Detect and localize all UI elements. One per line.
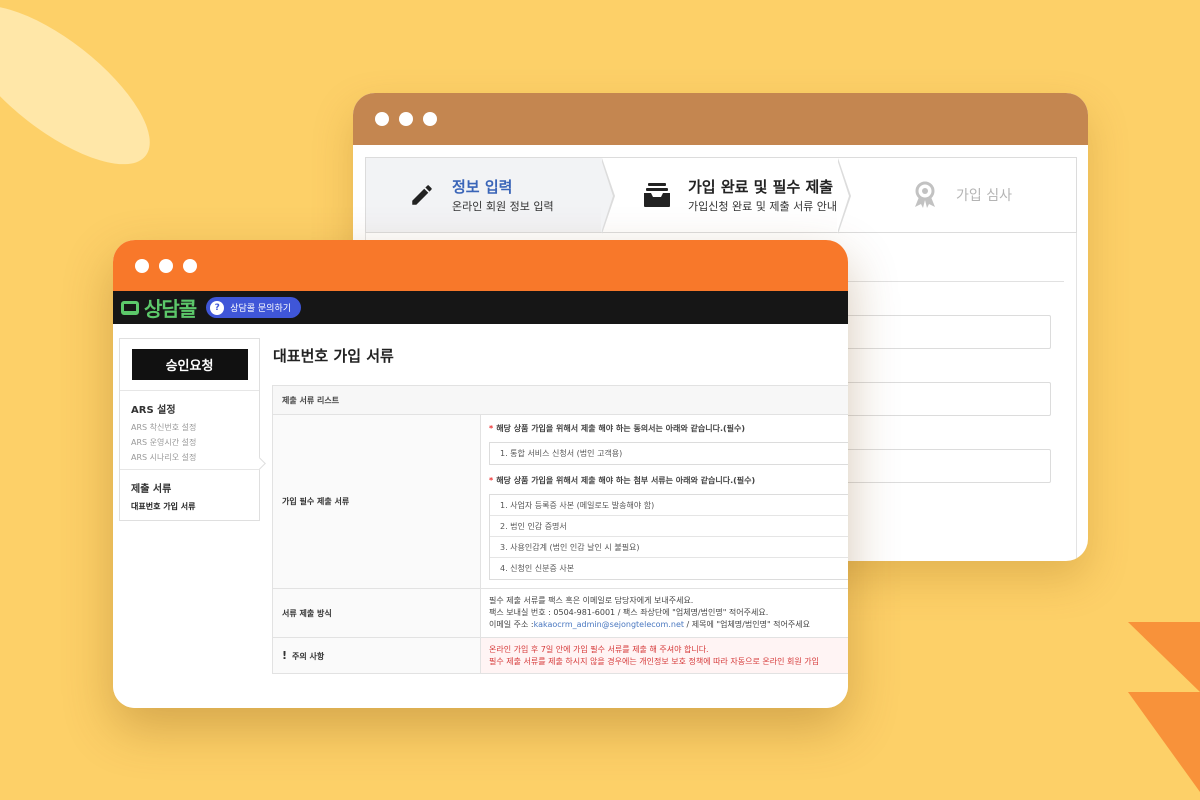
inquiry-button[interactable]: ? 상담콜 문의하기 (206, 297, 302, 318)
notice-label: ! 주의 사항 (272, 637, 481, 674)
approve-request-button[interactable]: 승인요청 (131, 349, 248, 380)
list-item: 3. 사용인감계 (법인 인감 날인 시 불필요) (490, 537, 848, 558)
email-link[interactable]: kakaocrm_admin@sejongtelecom.net (534, 620, 684, 629)
window-titlebar (113, 240, 848, 291)
top-navbar: 상담콜 ? 상담콜 문의하기 (113, 291, 848, 324)
attach-list: 1. 사업자 등록증 사본 (메일로도 발송해야 함) 2. 법인 인감 증명서… (489, 494, 848, 580)
step-subtitle: 온라인 회원 정보 입력 (452, 200, 554, 213)
notice-text: 온라인 가입 후 7일 안에 가입 필수 서류를 제출 해 주셔야 합니다. 필… (480, 637, 848, 674)
exclamation-icon: ! (282, 649, 288, 662)
required-docs-label: 가입 필수 제출 서류 (272, 414, 481, 589)
list-item: 2. 법인 인감 증명서 (490, 516, 848, 537)
background-ellipse (0, 0, 174, 192)
list-item: 1. 사업자 등록증 사본 (메일로도 발송해야 함) (490, 495, 848, 516)
signup-steps: 정보 입력 온라인 회원 정보 입력 가입 완료 및 필수 제출 가입신청 완료… (365, 157, 1077, 234)
consent-list: 1. 통합 서비스 신청서 (법인 고객용) (489, 442, 848, 465)
step-signup-complete: 가입 완료 및 필수 제출 가입신청 완료 및 제출 서류 안내 (602, 158, 851, 234)
consent-title: * 해당 상품 가입을 위해서 제출 해야 하는 동의서는 아래와 같습니다.(필… (489, 424, 746, 433)
step-title: 가입 심사 (956, 188, 1012, 204)
window-dots (135, 259, 197, 273)
step-title: 가입 완료 및 필수 제출 (688, 178, 834, 196)
sidebar-group-ars: ARS 설정 ARS 착신번호 설정 ARS 운영시간 설정 ARS 시나리오 … (120, 391, 259, 463)
pencil-icon (408, 180, 436, 210)
background-triangle (1128, 622, 1200, 692)
inbox-icon (642, 180, 672, 210)
list-item: 4. 신청인 신분증 사본 (500, 564, 575, 573)
sidebar: 승인요청 ARS 설정 ARS 착신번호 설정 ARS 운영시간 설정 ARS … (119, 338, 266, 521)
window-titlebar (353, 93, 1088, 145)
logo-text: 상담콜 (144, 297, 197, 321)
step-info-input: 정보 입력 온라인 회원 정보 입력 (366, 158, 615, 234)
sidebar-item-ars-scenario[interactable]: ARS 시나리오 설정 (131, 452, 259, 463)
window-dots (375, 112, 437, 126)
list-item: 1. 통합 서비스 신청서 (법인 고객용) (500, 449, 623, 458)
front-browser-window: 상담콜 ? 상담콜 문의하기 승인요청 ARS 설정 ARS 착신번호 설정 A… (113, 240, 848, 708)
sidebar-item-signup-documents[interactable]: 대표번호 가입 서류 (131, 501, 259, 512)
logo-mark-icon (121, 300, 139, 315)
submit-method-label: 서류 제출 방식 (272, 588, 481, 638)
sidebar-item-ars-forward[interactable]: ARS 착신번호 설정 (131, 422, 259, 433)
document-table: 제출 서류 리스트 가입 필수 제출 서류 * 해당 상품 가입을 위해서 제출 … (272, 385, 848, 674)
app-logo[interactable]: 상담콜 (121, 293, 197, 322)
step-review: 가입 심사 (838, 158, 1076, 232)
sidebar-heading: 제출 서류 (131, 484, 172, 495)
step-title: 정보 입력 (452, 178, 513, 196)
background-triangle (1128, 692, 1200, 792)
table-header: 제출 서류 리스트 (272, 385, 848, 415)
main-content: 승인요청 ARS 설정 ARS 착신번호 설정 ARS 운영시간 설정 ARS … (113, 324, 848, 708)
award-icon (910, 180, 940, 210)
page-title: 대표번호 가입 서류 (273, 347, 394, 365)
inquiry-button-label: 상담콜 문의하기 (230, 304, 292, 314)
attach-title: * 해당 상품 가입을 위해서 제출 해야 하는 첨부 서류는 아래와 같습니다.… (489, 476, 756, 485)
sidebar-group-documents: 제출 서류 대표번호 가입 서류 (120, 470, 259, 512)
question-icon: ? (210, 300, 225, 315)
submit-method-text: 필수 제출 서류를 팩스 혹은 이메일로 담당자에게 보내주세요. 팩스 보내실… (480, 588, 848, 638)
sidebar-heading: ARS 설정 (131, 405, 176, 416)
sidebar-item-ars-hours[interactable]: ARS 운영시간 설정 (131, 437, 259, 448)
step-subtitle: 가입신청 완료 및 제출 서류 안내 (688, 200, 838, 213)
